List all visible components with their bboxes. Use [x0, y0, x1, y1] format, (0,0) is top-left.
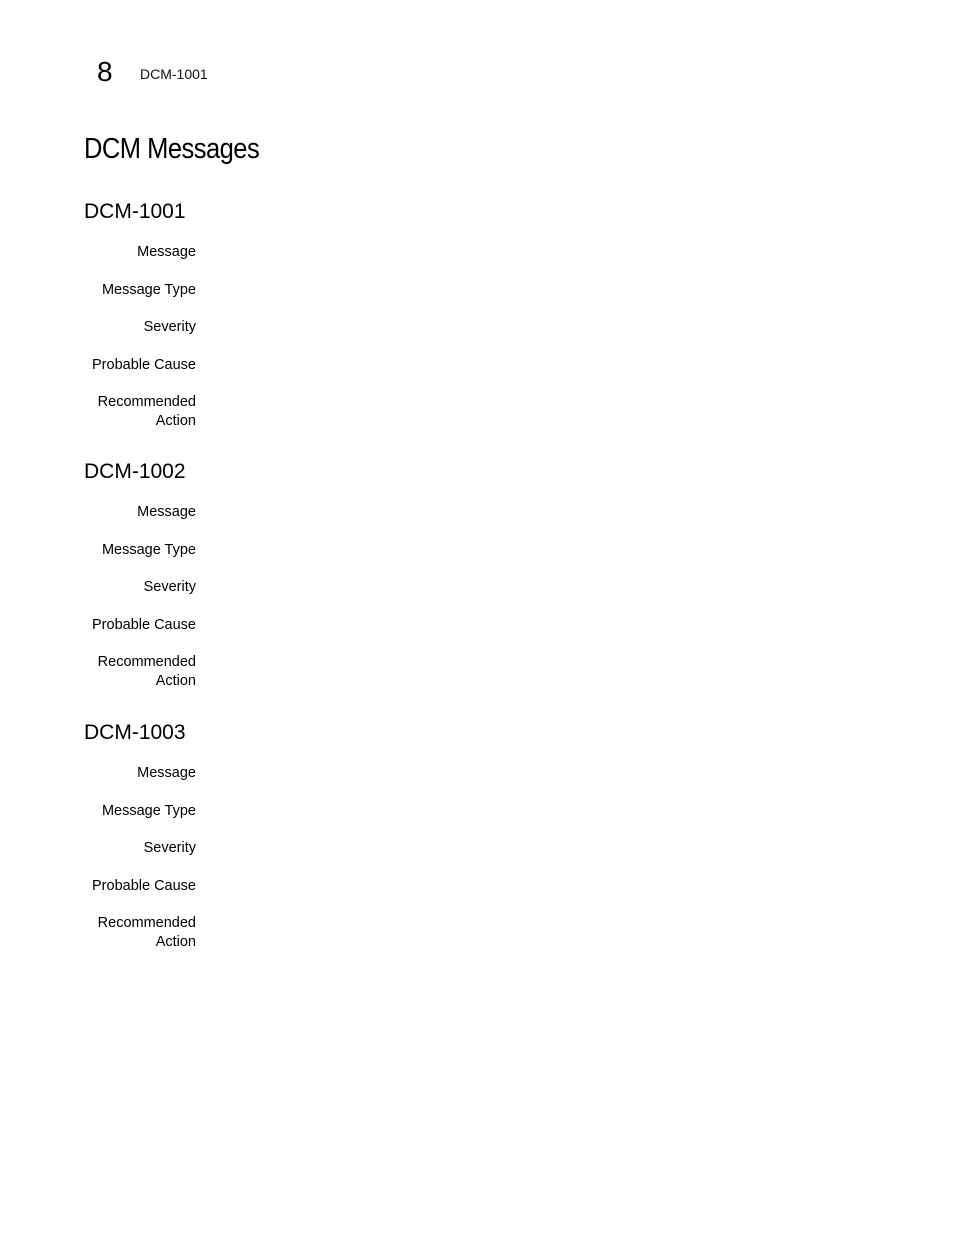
page-title: DCM Messages: [84, 133, 260, 165]
message-section-dcm-1003: DCM-1003 Message Message Type Severity P…: [84, 720, 884, 971]
field-row-severity: Severity: [84, 318, 884, 337]
field-row-message: Message: [84, 764, 884, 783]
field-label: Recommended Action: [97, 915, 196, 950]
field-label: Message Type: [101, 541, 196, 558]
field-label: Message Type: [101, 281, 196, 298]
field-row-message-type: Message Type: [84, 802, 884, 821]
field-row-recommended-action: Recommended Action: [84, 393, 884, 431]
field-value: [216, 764, 884, 783]
field-row-recommended-action: Recommended Action: [84, 653, 884, 691]
field-value: [216, 578, 884, 597]
field-value: [216, 914, 884, 952]
field-value: [216, 541, 884, 560]
message-section-dcm-1002: DCM-1002 Message Message Type Severity P…: [84, 459, 884, 710]
field-label: Severity: [143, 579, 196, 595]
field-label: Message: [137, 244, 196, 260]
field-row-recommended-action: Recommended Action: [84, 914, 884, 952]
field-value: [216, 616, 884, 635]
field-row-message: Message: [84, 503, 884, 522]
field-label: Message Type: [101, 802, 196, 819]
chapter-number: 8: [97, 56, 113, 87]
field-row-severity: Severity: [84, 839, 884, 858]
field-row-probable-cause: Probable Cause: [84, 877, 884, 896]
field-row-probable-cause: Probable Cause: [84, 616, 884, 635]
field-row-message-type: Message Type: [84, 541, 884, 560]
field-list: Message Message Type Severity Probable C…: [84, 764, 884, 952]
running-header: 8 DCM-1001: [97, 56, 208, 88]
field-value: [216, 318, 884, 337]
field-row-severity: Severity: [84, 578, 884, 597]
field-label: Recommended Action: [97, 394, 196, 429]
field-label: Recommended Action: [97, 654, 196, 689]
field-row-message: Message: [84, 243, 884, 262]
field-list: Message Message Type Severity Probable C…: [84, 243, 884, 431]
field-label: Message: [137, 765, 196, 781]
field-row-message-type: Message Type: [84, 281, 884, 300]
field-list: Message Message Type Severity Probable C…: [84, 503, 884, 691]
field-value: [216, 503, 884, 522]
field-value: [216, 839, 884, 858]
field-value: [216, 877, 884, 896]
running-header-title: DCM-1001: [140, 65, 208, 82]
field-value: [216, 802, 884, 821]
field-value: [216, 356, 884, 375]
section-heading: DCM-1003: [84, 721, 186, 744]
field-label: Probable Cause: [92, 877, 196, 894]
field-value: [216, 653, 884, 691]
field-label: Severity: [143, 840, 196, 856]
message-section-dcm-1001: DCM-1001 Message Message Type Severity P…: [84, 199, 884, 450]
section-heading: DCM-1001: [84, 200, 186, 223]
section-heading: DCM-1002: [84, 460, 186, 483]
field-label: Probable Cause: [92, 616, 196, 633]
field-value: [216, 393, 884, 431]
field-label: Message: [137, 504, 196, 520]
field-value: [216, 281, 884, 300]
field-label: Severity: [143, 319, 196, 335]
field-label: Probable Cause: [92, 356, 196, 373]
field-value: [216, 243, 884, 262]
field-row-probable-cause: Probable Cause: [84, 356, 884, 375]
